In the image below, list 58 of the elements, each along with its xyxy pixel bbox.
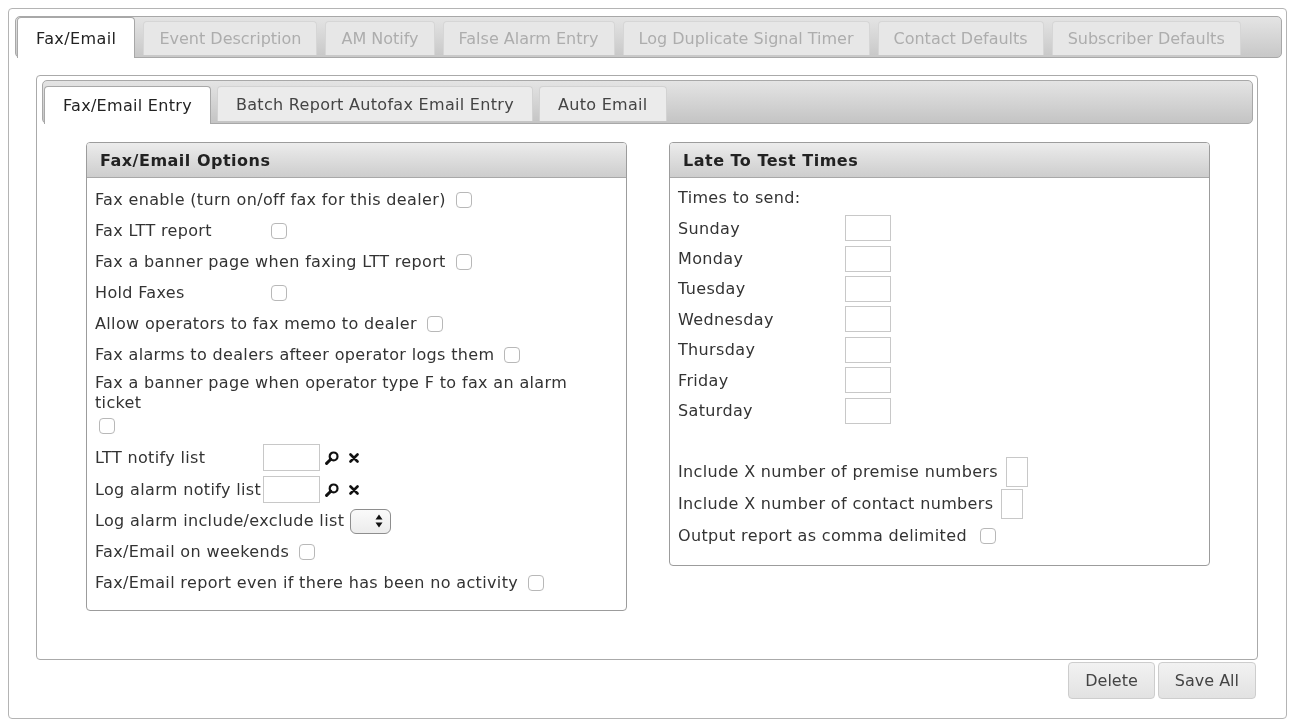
action-button[interactable]: Delete — [1068, 662, 1155, 699]
day-label: Monday — [678, 249, 745, 269]
option-label: Log alarm notify list — [95, 479, 262, 500]
checkbox[interactable] — [455, 254, 472, 270]
input-field[interactable] — [263, 476, 321, 503]
time-input-field[interactable] — [845, 306, 891, 333]
option-label: Fax/Email on weekends — [95, 542, 290, 562]
tab[interactable]: Fax/Email Entry — [44, 86, 211, 124]
input-field[interactable] — [263, 444, 320, 471]
day-label: Friday — [678, 370, 730, 390]
search-icon[interactable] — [325, 482, 340, 497]
day-label: Tuesday — [678, 279, 747, 299]
panel-header: Late To Test Times — [670, 143, 1209, 178]
tab[interactable]: Auto Email — [538, 86, 667, 121]
option-label: Fax a banner page when operator type F to fax an alarm ticket — [95, 373, 569, 413]
checkbox[interactable] — [299, 544, 316, 560]
checkbox[interactable] — [979, 527, 996, 544]
option-label: Include X number of premise numbers — [678, 462, 998, 482]
option-label: Fax a banner page when faxing LTT report — [95, 252, 446, 272]
time-input-field[interactable] — [845, 245, 891, 272]
day-label: Wednesday — [678, 309, 775, 329]
option-label: Fax alarms to dealers afteer operator logs them — [95, 345, 495, 365]
up-down-arrows-icon — [375, 514, 384, 528]
day-label: Sunday — [678, 218, 741, 238]
option-label: Fax/Email report even if there has been no activity — [95, 573, 519, 593]
time-input-field[interactable] — [845, 336, 891, 363]
option-label: Output report as comma delimited — [678, 526, 967, 546]
close-icon[interactable] — [349, 452, 359, 463]
option-label: Fax LTT report — [95, 221, 213, 241]
time-input-field[interactable] — [845, 367, 891, 394]
time-input-field[interactable] — [845, 397, 891, 424]
number-input-field[interactable] — [1001, 488, 1024, 519]
action-button[interactable]: Save All — [1157, 662, 1256, 699]
checkbox[interactable] — [528, 575, 545, 591]
option-label: LTT notify list — [95, 447, 207, 468]
option-label: Log alarm include/exclude list — [95, 511, 345, 531]
checkbox[interactable] — [271, 223, 287, 239]
day-label: Saturday — [678, 401, 754, 421]
number-input-field[interactable] — [1005, 456, 1028, 487]
checkbox[interactable] — [455, 192, 472, 208]
time-input-field[interactable] — [845, 275, 891, 302]
panel-header: Fax/Email Options — [87, 143, 626, 178]
option-label: Allow operators to fax memo to dealer — [95, 314, 417, 334]
checkbox[interactable] — [504, 347, 521, 363]
time-input-field[interactable] — [845, 215, 891, 242]
option-label: Include X number of contact numbers — [678, 494, 994, 514]
option-label: Hold Faxes — [95, 283, 186, 303]
search-icon[interactable] — [325, 450, 339, 465]
day-label: Thursday — [678, 340, 757, 360]
section-label: Times to send: — [678, 188, 802, 208]
checkbox[interactable] — [271, 285, 287, 301]
tab[interactable]: Batch Report Autofax Email Entry — [216, 86, 533, 121]
checkbox[interactable] — [426, 316, 443, 332]
select-field[interactable] — [350, 508, 392, 534]
tab[interactable]: Fax/Email — [17, 17, 136, 58]
checkbox[interactable] — [99, 418, 115, 434]
option-label: Fax enable (turn on/off fax for this dealer) — [95, 190, 446, 210]
close-icon[interactable] — [349, 484, 360, 495]
